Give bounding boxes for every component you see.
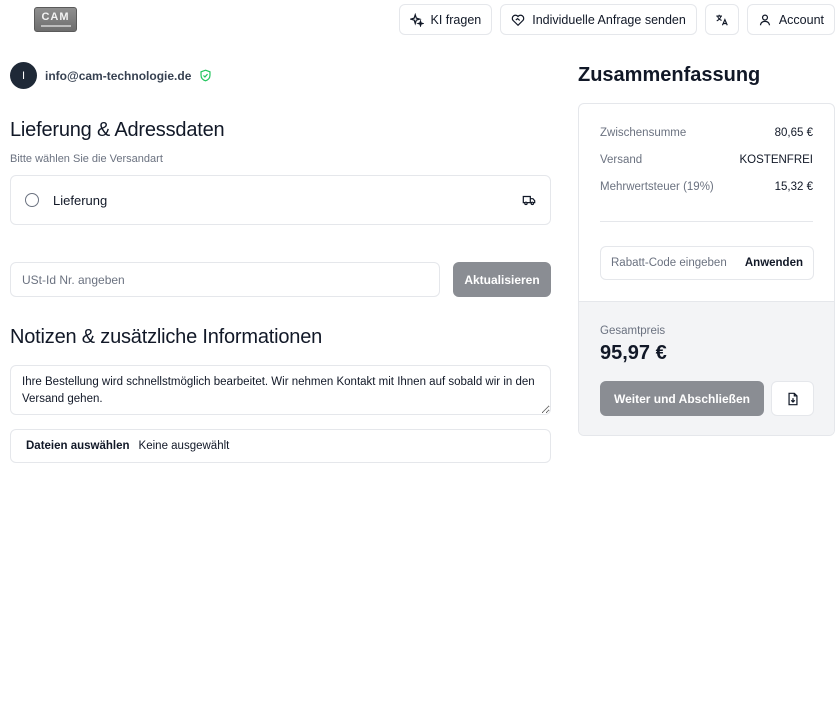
total-section: Gesamtpreis 95,97 € Weiter und Abschließ…	[579, 301, 834, 435]
summary-line-label: Mehrwertsteuer (19%)	[600, 181, 714, 193]
summary-line-label: Zwischensumme	[600, 127, 687, 139]
vat-id-input[interactable]	[10, 262, 440, 297]
ask-ai-label: KI fragen	[430, 12, 482, 27]
total-label: Gesamtpreis	[600, 325, 666, 337]
choose-files-button[interactable]: Dateien auswählen	[26, 440, 130, 452]
file-status: Keine ausgewählt	[138, 440, 230, 452]
apply-coupon-button[interactable]: Anwenden	[745, 257, 803, 269]
summary-line-value: 15,32 €	[774, 181, 813, 193]
shield-check-icon	[199, 69, 212, 82]
delivery-section-subtitle: Bitte wählen Sie die Versandart	[10, 153, 163, 165]
delivery-radio[interactable]	[25, 193, 39, 207]
logo-underline	[40, 25, 71, 27]
summary-divider	[600, 221, 813, 222]
summary-line-vat: Mehrwertsteuer (19%) 15,32 €	[600, 181, 813, 193]
coupon-input[interactable]	[611, 257, 741, 269]
individual-request-label: Individuelle Anfrage senden	[532, 12, 686, 27]
summary-line-shipping: Versand KOSTENFREI	[600, 154, 813, 166]
language-button[interactable]	[704, 4, 739, 35]
individual-request-button[interactable]: Individuelle Anfrage senden	[500, 4, 697, 35]
logged-in-user: I info@cam-technologie.de	[10, 62, 212, 89]
logo-text: CAM	[41, 11, 70, 23]
summary-line-value: 80,65 €	[774, 127, 813, 139]
file-download-icon	[786, 392, 800, 406]
summary-line-value: KOSTENFREI	[739, 154, 813, 166]
top-header: CAM KI fragen Individuelle Anfrage sende…	[0, 0, 840, 40]
download-offer-button[interactable]	[771, 381, 814, 416]
summary-card: Zwischensumme 80,65 € Versand KOSTENFREI…	[578, 103, 835, 436]
delivery-section-title: Lieferung & Adressdaten	[10, 119, 225, 141]
account-label: Account	[778, 12, 824, 27]
account-button[interactable]: Account	[746, 4, 835, 35]
delivery-option-label: Lieferung	[53, 192, 108, 208]
user-email: info@cam-technologie.de	[45, 68, 192, 83]
sparkles-icon	[409, 12, 424, 27]
header-actions: KI fragen Individuelle Anfrage senden Ac…	[398, 4, 835, 35]
company-logo[interactable]: CAM	[34, 7, 77, 32]
update-vat-button[interactable]: Aktualisieren	[453, 262, 551, 297]
heart-handshake-icon	[511, 13, 525, 27]
notes-textarea[interactable]: Ihre Bestellung wird schnellstmöglich be…	[10, 365, 551, 415]
notes-section-title: Notizen & zusätzliche Informationen	[10, 326, 323, 348]
delivery-option[interactable]: Lieferung	[10, 175, 551, 225]
avatar[interactable]: I	[10, 62, 37, 89]
summary-line-subtotal: Zwischensumme 80,65 €	[600, 127, 813, 139]
summary-line-label: Versand	[600, 154, 643, 166]
user-icon	[758, 13, 772, 27]
ask-ai-button[interactable]: KI fragen	[398, 4, 493, 35]
total-value: 95,97 €	[600, 342, 667, 364]
file-upload[interactable]: Dateien auswählen Keine ausgewählt	[10, 429, 551, 463]
coupon-field[interactable]: Anwenden	[600, 246, 814, 280]
truck-icon	[522, 193, 536, 207]
checkout-button[interactable]: Weiter und Abschließen	[600, 381, 764, 416]
summary-title: Zusammenfassung	[578, 64, 761, 86]
translate-icon	[715, 13, 729, 27]
